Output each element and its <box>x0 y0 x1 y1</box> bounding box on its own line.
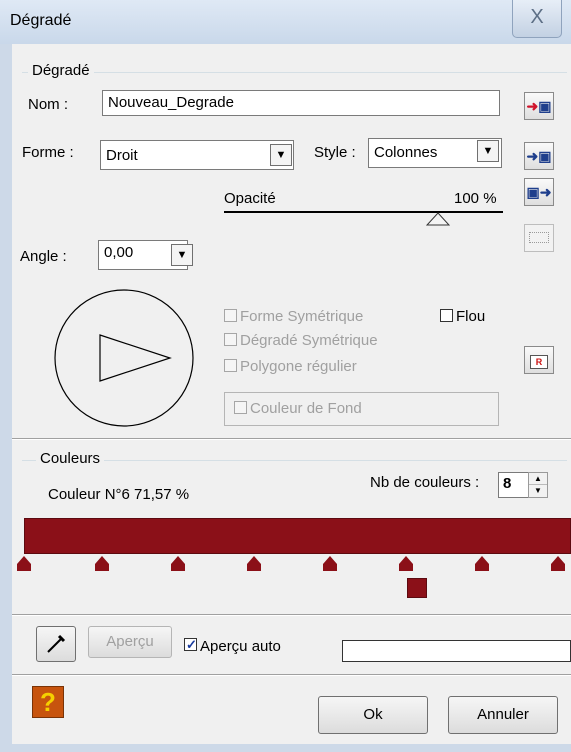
symmetric-shape-checkbox[interactable]: Forme Symétrique <box>224 308 363 325</box>
save-button[interactable]: ➜▣ <box>524 92 554 120</box>
direction-arrow-icon <box>99 334 172 382</box>
window-title: Dégradé <box>10 12 72 29</box>
preview-button[interactable]: Aperçu <box>88 626 172 658</box>
save-icon: ➜ <box>526 98 539 114</box>
checkbox-icon <box>440 309 453 322</box>
eyedropper-button[interactable] <box>36 626 76 662</box>
apply-icon: R <box>530 355 548 369</box>
style-label: Style : <box>314 144 356 161</box>
selection-button[interactable] <box>524 224 554 252</box>
chevron-down-icon[interactable]: ▼ <box>529 485 547 497</box>
color-stop-marker[interactable] <box>551 556 565 571</box>
chevron-down-icon[interactable]: ▼ <box>270 144 292 166</box>
apply-button[interactable]: R <box>524 346 554 374</box>
angle-select-value: 0,00 <box>104 244 134 261</box>
symmetric-gradient-checkbox[interactable]: Dégradé Symétrique <box>224 332 378 349</box>
checkbox-icon <box>224 333 237 346</box>
color-stop-marker-selected[interactable] <box>399 556 413 571</box>
color-stops <box>17 556 571 576</box>
export-button[interactable]: ▣➜ <box>524 178 554 206</box>
ok-button[interactable]: Ok <box>318 696 428 734</box>
regular-polygon-label: Polygone régulier <box>240 358 357 375</box>
selected-color-swatch[interactable] <box>407 578 427 598</box>
symmetric-gradient-label: Dégradé Symétrique <box>240 332 378 349</box>
color-stop-marker[interactable] <box>17 556 31 571</box>
color-stop-marker[interactable] <box>247 556 261 571</box>
export-icon: ▣➜ <box>526 184 552 200</box>
color-stop-marker[interactable] <box>323 556 337 571</box>
group-legend-colors: Couleurs <box>36 450 105 467</box>
divider <box>12 674 571 676</box>
shape-label: Forme : <box>22 144 74 161</box>
divider <box>12 438 571 440</box>
preview-field <box>342 640 571 662</box>
opacity-label: Opacité <box>224 190 276 207</box>
background-color-label: Couleur de Fond <box>250 400 362 417</box>
dialog-body: Dégradé Nom : Nouveau_Degrade ➜▣ Forme :… <box>12 44 571 744</box>
checkbox-icon <box>224 309 237 322</box>
color-count-label: Nb de couleurs : <box>370 474 480 491</box>
background-color-checkbox[interactable]: Couleur de Fond <box>234 400 362 417</box>
group-frame-gradient <box>22 72 567 73</box>
checkbox-checked-icon <box>184 638 197 651</box>
opacity-slider-thumb[interactable] <box>425 212 451 230</box>
load-icon: ➜▣ <box>526 148 552 164</box>
shape-select-value: Droit <box>106 147 138 164</box>
name-label: Nom : <box>28 96 69 113</box>
chevron-up-icon[interactable]: ▲ <box>529 473 547 485</box>
angle-dial[interactable] <box>50 286 200 431</box>
color-count-spinner[interactable]: ▲ ▼ <box>528 472 548 498</box>
current-color-label: Couleur N°6 71,57 % <box>48 486 190 503</box>
shape-select[interactable]: Droit <box>100 140 294 170</box>
color-stop-marker[interactable] <box>95 556 109 571</box>
divider <box>12 614 571 616</box>
name-input[interactable]: Nouveau_Degrade <box>102 90 500 116</box>
angle-label: Angle : <box>20 248 67 265</box>
load-button[interactable]: ➜▣ <box>524 142 554 170</box>
gradient-bar[interactable] <box>24 518 571 554</box>
selection-icon <box>529 232 549 243</box>
help-icon[interactable]: ? <box>32 686 64 718</box>
symmetric-shape-label: Forme Symétrique <box>240 308 364 325</box>
color-stop-marker[interactable] <box>475 556 489 571</box>
checkbox-icon <box>224 359 237 372</box>
cancel-button[interactable]: Annuler <box>448 696 558 734</box>
title-bar <box>0 0 571 44</box>
auto-preview-label: Aperçu auto <box>200 638 281 655</box>
group-legend-gradient: Dégradé <box>28 62 94 79</box>
opacity-value: 100 % <box>454 190 497 207</box>
blur-label: Flou <box>456 308 486 325</box>
chevron-down-icon[interactable]: ▼ <box>171 244 193 266</box>
regular-polygon-checkbox[interactable]: Polygone régulier <box>224 358 357 375</box>
style-select-value: Colonnes <box>374 144 438 161</box>
auto-preview-checkbox[interactable]: Aperçu auto <box>184 638 281 655</box>
close-button[interactable]: X <box>512 0 562 38</box>
eyedropper-icon <box>47 634 66 653</box>
blur-checkbox[interactable]: Flou <box>440 308 485 325</box>
chevron-down-icon[interactable]: ▼ <box>477 140 499 162</box>
color-count-input[interactable]: 8 <box>498 472 529 498</box>
opacity-slider-track[interactable] <box>224 211 503 213</box>
color-stop-marker[interactable] <box>171 556 185 571</box>
checkbox-icon <box>234 401 247 414</box>
